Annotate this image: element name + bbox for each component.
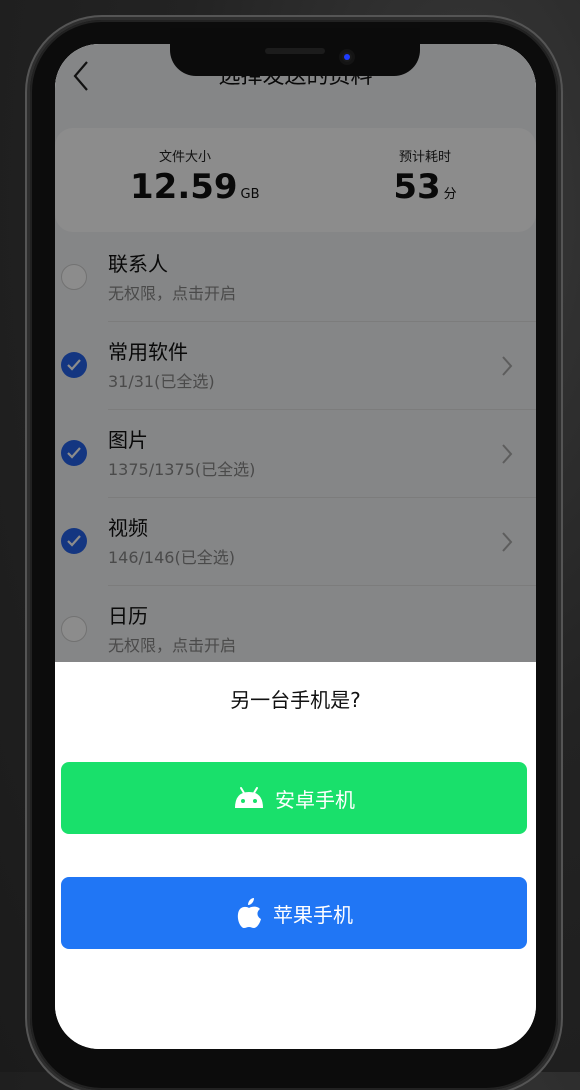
apple-icon <box>235 897 263 929</box>
earpiece-speaker <box>265 48 325 54</box>
front-camera <box>342 52 352 62</box>
phone-screen: 选择发送的资料 文件大小 12.59 GB 预计耗时 53 分 联系人 无权限，点击开… <box>55 44 536 1049</box>
phone-type-sheet: 另一台手机是? 安卓手机 苹果手机 <box>55 662 536 1049</box>
notch <box>170 28 420 76</box>
android-icon <box>233 786 265 810</box>
modal-overlay[interactable] <box>55 44 536 664</box>
sheet-title: 另一台手机是? <box>230 688 361 712</box>
iphone-label: 苹果手机 <box>273 902 353 927</box>
iphone-button[interactable]: 苹果手机 <box>61 877 527 949</box>
android-phone-label: 安卓手机 <box>275 787 355 812</box>
android-phone-button[interactable]: 安卓手机 <box>61 762 527 834</box>
